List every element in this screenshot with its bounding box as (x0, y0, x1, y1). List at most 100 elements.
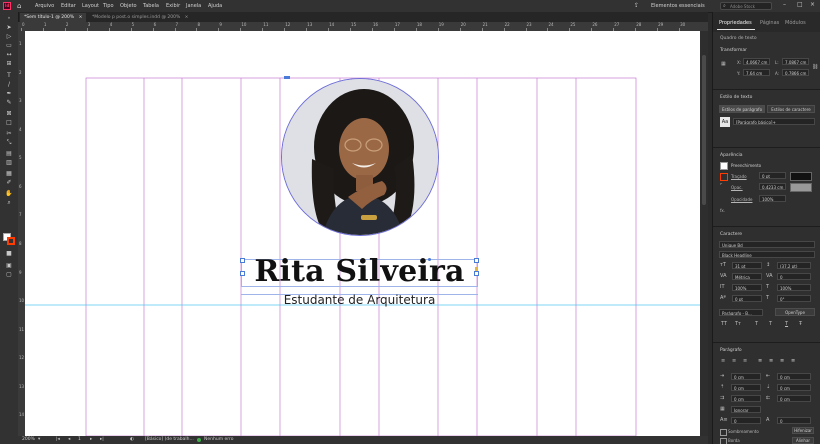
stroke-swatch[interactable] (7, 237, 15, 245)
note-tool-icon[interactable]: ▦ (4, 170, 14, 177)
first-line-indent-field[interactable]: 0 cm (731, 395, 761, 402)
gradient-tool-icon[interactable]: ▤ (4, 150, 14, 157)
font-size-field[interactable]: 31 pt (732, 262, 762, 269)
pencil-tool-icon[interactable]: ✎ (4, 99, 14, 106)
space-before-field[interactable]: 0 cm (731, 384, 761, 391)
menu-item-exibir[interactable]: Exibir (166, 3, 180, 9)
close-icon[interactable]: × (810, 1, 815, 8)
corner-label[interactable]: Opac. (731, 185, 743, 190)
corner-shape-preview[interactable] (790, 183, 812, 192)
tab-properties[interactable]: Propriedades (719, 20, 752, 26)
border-checkbox[interactable] (720, 438, 727, 444)
page-number[interactable]: 1 (78, 436, 81, 444)
space-after-field[interactable]: 0 cm (777, 384, 811, 391)
app-logo[interactable]: Id (3, 2, 11, 10)
base-style[interactable]: [Básico] (de trabalh... (145, 436, 194, 444)
stroke-weight-field[interactable]: 0 pt (759, 172, 786, 179)
grid-align-select[interactable]: Ignorar (731, 406, 761, 413)
y-field[interactable]: 7,64 cm (743, 69, 770, 76)
menu-item-editar[interactable]: Editar (61, 3, 76, 9)
corner-icon[interactable]: ⌜ (720, 183, 722, 189)
corner-size-field[interactable]: 0,4233 cm (759, 183, 786, 190)
content-collector-icon[interactable]: ⊞ (4, 60, 14, 67)
type-tool-icon[interactable]: T (4, 72, 14, 79)
close-tab-icon[interactable]: × (185, 15, 189, 20)
justify-last-left-icon[interactable]: ≣ (769, 358, 773, 364)
fx-icon[interactable]: fx. (720, 208, 725, 213)
vertical-scale-field[interactable]: 100% (732, 284, 762, 291)
align-right-icon[interactable]: ≡ (743, 358, 747, 364)
skew-field[interactable]: 0° (777, 295, 811, 302)
justify-last-center-icon[interactable]: ≣ (780, 358, 784, 364)
opacity-field[interactable]: 100% (759, 195, 786, 202)
strikethrough-icon[interactable]: Ŧ (799, 321, 802, 327)
opacity-label[interactable]: Opacidade (731, 197, 752, 202)
home-icon[interactable]: ⌂ (17, 2, 25, 10)
superscript-icon[interactable]: T (755, 321, 758, 327)
menu-item-arquivo[interactable]: Arquivo (35, 3, 54, 9)
headline-name[interactable]: Rita Silveira (241, 253, 478, 291)
hand-tool-icon[interactable]: ✋ (4, 190, 14, 197)
h-field[interactable]: 0,7866 cm (782, 69, 809, 76)
paragraph-style-select[interactable]: [Parágrafo básico]+ (733, 118, 815, 125)
menu-item-objeto[interactable]: Objeto (120, 3, 137, 9)
document-canvas[interactable]: Rita Silveira Estudante de Arquitetura (25, 31, 700, 436)
tracking-field[interactable]: 0 (777, 273, 811, 280)
underline-icon[interactable]: T (785, 321, 788, 327)
shading-checkbox[interactable] (720, 429, 727, 436)
subtitle-text[interactable]: Estudante de Arquitetura (241, 293, 478, 308)
eyedropper-tool-icon[interactable]: ✐ (4, 179, 14, 186)
left-indent-field[interactable]: 0 cm (731, 373, 761, 380)
font-family-select[interactable]: Unique Bd (719, 241, 815, 248)
all-caps-icon[interactable]: TT (721, 321, 727, 327)
kerning-field[interactable]: Métrica (732, 273, 762, 280)
constrain-proportions-icon[interactable]: ⛓ (812, 64, 818, 70)
preview-mode-icon[interactable]: ▢ (4, 271, 14, 278)
normal-mode-icon[interactable]: ▣ (4, 262, 14, 269)
prev-page-icon[interactable]: ◂ (68, 436, 70, 444)
pen-tool-icon[interactable]: ✒ (4, 90, 14, 97)
selection-tool-icon[interactable]: ➤ (4, 24, 14, 31)
rectangle-frame-tool-icon[interactable]: ⊠ (4, 110, 14, 117)
workspace-switcher[interactable]: Elementos essenciais (651, 3, 705, 9)
minimize-icon[interactable]: – (783, 1, 786, 8)
next-page-icon[interactable]: ▸ (90, 436, 92, 444)
menu-item-tipo[interactable]: Tipo (103, 3, 114, 9)
gap-tool-icon[interactable]: ↔ (4, 51, 14, 58)
right-indent-field[interactable]: 0 cm (777, 373, 811, 380)
gradient-feather-tool-icon[interactable]: ▥ (4, 159, 14, 166)
fill-swatch-icon[interactable] (720, 162, 728, 170)
close-tab-icon[interactable]: × (79, 15, 83, 20)
page-tool-icon[interactable]: ▭ (4, 42, 14, 49)
direct-selection-tool-icon[interactable]: ▷ (4, 33, 14, 40)
scissors-tool-icon[interactable]: ✂ (4, 130, 14, 137)
drop-cap-lines-field[interactable]: 0 (731, 417, 761, 424)
profile-photo[interactable] (281, 78, 439, 236)
rectangle-tool-icon[interactable]: □ (4, 119, 14, 126)
baseline-shift-field[interactable]: 0 pt (732, 295, 762, 302)
align-left-icon[interactable]: ≡ (721, 358, 725, 364)
collapse-icon[interactable]: » (4, 14, 14, 21)
reference-point-icon[interactable]: ▦ (721, 61, 726, 67)
first-page-icon[interactable]: |◂ (56, 436, 60, 444)
apply-color-icon[interactable]: ■ (4, 250, 14, 257)
tab-sem-titulo[interactable]: *Sem título-1 @ 200% × (20, 13, 87, 22)
free-transform-tool-icon[interactable]: ⤡ (4, 139, 14, 146)
menu-item-janela[interactable]: Janela (186, 3, 201, 9)
line-tool-icon[interactable]: / (4, 81, 14, 88)
scroll-thumb[interactable] (702, 55, 706, 205)
last-page-icon[interactable]: ▸| (100, 436, 104, 444)
tab-modelo-post[interactable]: *Modelo p post.o simples.indd @ 200% × (88, 13, 192, 22)
fill-stroke-swatch[interactable] (3, 233, 15, 245)
shading-color-button[interactable]: Hifenizar (792, 427, 814, 434)
drop-cap-chars-field[interactable]: 0 (777, 417, 811, 424)
language-select[interactable]: Parágrafo - B... (719, 309, 763, 316)
menu-item-tabela[interactable]: Tabela (143, 3, 159, 9)
opentype-button[interactable]: OpenType (775, 308, 815, 316)
small-caps-icon[interactable]: Tт (735, 321, 741, 327)
subscript-icon[interactable]: T (769, 321, 772, 327)
leading-field[interactable]: (37,2 pt) (777, 262, 811, 269)
tab-pages[interactable]: Páginas (760, 20, 779, 26)
stroke-type-preview[interactable] (790, 172, 812, 181)
zoom-tool-icon[interactable]: ⌕ (4, 199, 14, 206)
